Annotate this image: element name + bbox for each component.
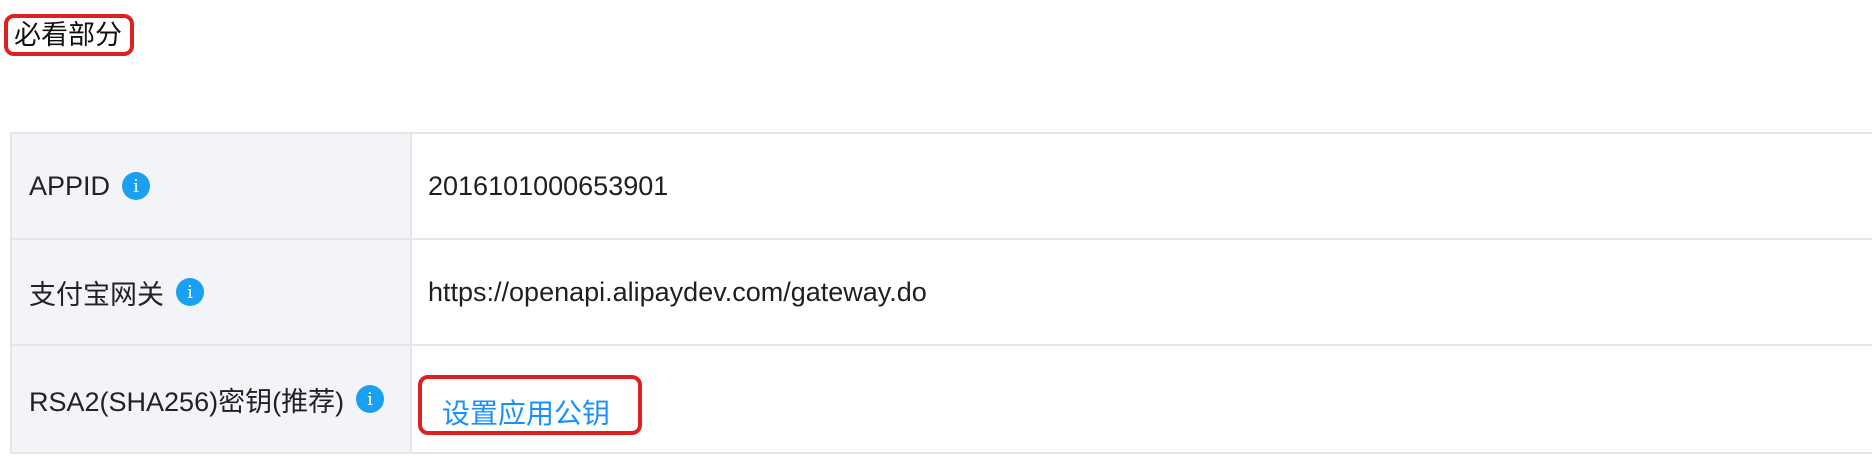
value-cell: 2016101000653901	[412, 134, 1872, 238]
app-info-table: APPID i 2016101000653901 支付宝网关 i https:/…	[10, 132, 1872, 454]
section-title: 必看部分	[14, 19, 122, 50]
gateway-value: https://openapi.alipaydev.com/gateway.do	[428, 276, 927, 307]
label-cell: APPID i	[12, 134, 412, 238]
table-row-gateway: 支付宝网关 i https://openapi.alipaydev.com/ga…	[12, 240, 1872, 346]
info-icon[interactable]: i	[356, 385, 385, 413]
value-cell: 设置应用公钥	[412, 346, 1872, 452]
rsa2-key-label: RSA2(SHA256)密钥(推荐)	[29, 386, 345, 417]
appid-value: 2016101000653901	[428, 170, 669, 201]
label-cell: 支付宝网关 i	[12, 240, 412, 344]
set-public-key-highlight: 设置应用公钥	[418, 375, 643, 435]
info-icon[interactable]: i	[122, 172, 151, 200]
table-row-rsa2-key: RSA2(SHA256)密钥(推荐) i 设置应用公钥	[12, 346, 1872, 454]
info-icon[interactable]: i	[176, 278, 204, 306]
section-title-highlight: 必看部分	[4, 14, 134, 56]
label-cell: RSA2(SHA256)密钥(推荐) i	[12, 346, 412, 452]
gateway-label: 支付宝网关	[29, 279, 164, 310]
set-public-key-link[interactable]: 设置应用公钥	[442, 378, 610, 432]
appid-label: APPID	[29, 170, 111, 201]
table-row-appid: APPID i 2016101000653901	[12, 134, 1872, 240]
value-cell: https://openapi.alipaydev.com/gateway.do	[412, 240, 1872, 344]
